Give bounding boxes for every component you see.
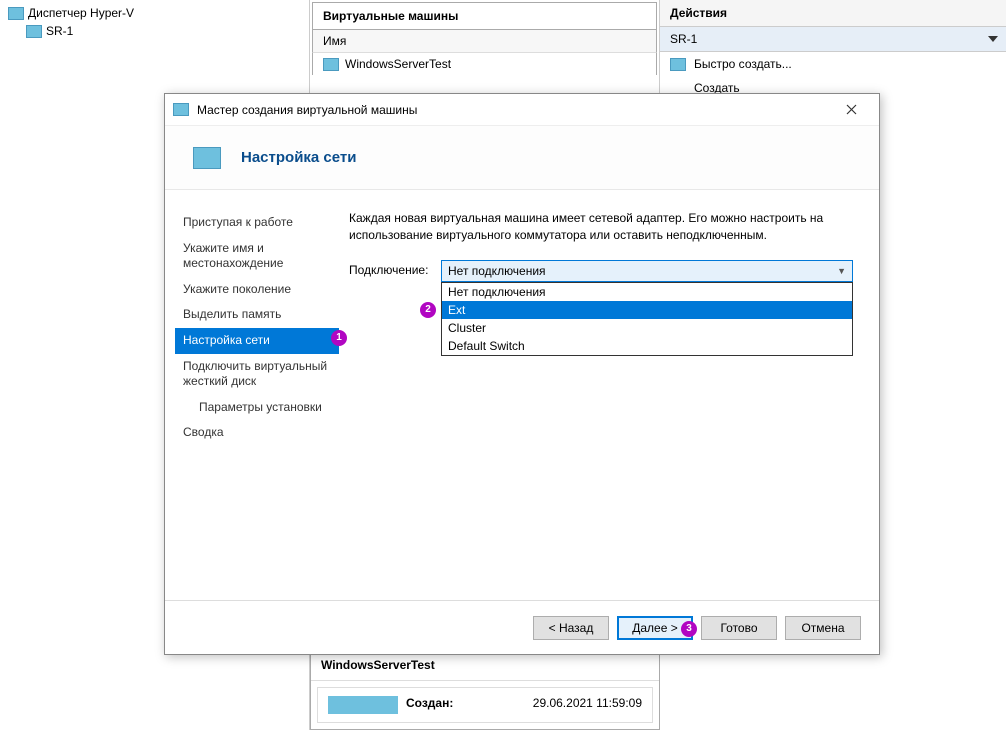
vm-list-item[interactable]: WindowsServerTest (312, 53, 657, 75)
badge-3: 3 (681, 621, 697, 637)
action-quick-create[interactable]: Быстро создать... (660, 52, 1006, 76)
detail-created-row: Создан: 29.06.2021 11:59:09 (317, 687, 653, 723)
wizard-body: Приступая к работе Укажите имя и местона… (165, 190, 879, 600)
connection-label: Подключение: (349, 260, 433, 277)
actions-title: Действия (660, 0, 1006, 27)
vm-icon (323, 58, 339, 71)
combo-selected-text: Нет подключения (448, 264, 546, 278)
badge-2: 2 (420, 302, 436, 318)
badge-1: 1 (331, 330, 347, 346)
wizard-nav: Приступая к работе Укажите имя и местона… (165, 190, 339, 600)
detail-created-label: Создан: (406, 696, 453, 710)
tree-root-label: Диспетчер Hyper-V (28, 6, 134, 20)
nav-before-you-begin[interactable]: Приступая к работе (175, 210, 339, 236)
vm-panel-title: Виртуальные машины (312, 2, 657, 30)
dropdown-option-cluster[interactable]: Cluster (442, 319, 852, 337)
wizard-content: Каждая новая виртуальная машина имеет се… (339, 190, 879, 600)
vm-thumbnail-icon (328, 696, 398, 714)
wizard-header: Настройка сети (165, 126, 879, 190)
dropdown-option-ext[interactable]: 2 Ext (442, 301, 852, 319)
action-quick-label: Быстро создать... (694, 57, 792, 71)
nav-name-location[interactable]: Укажите имя и местонахождение (175, 236, 339, 277)
next-button[interactable]: Далее > 3 (617, 616, 693, 640)
next-button-label: Далее > (632, 621, 678, 635)
nav-vhd[interactable]: Подключить виртуальный жесткий диск (175, 354, 339, 395)
dropdown-option-ext-label: Ext (448, 303, 465, 317)
finish-button[interactable]: Готово (701, 616, 777, 640)
dropdown-option-none[interactable]: Нет подключения (442, 283, 852, 301)
actions-section-sr1[interactable]: SR-1 (660, 27, 1006, 52)
server-icon (26, 25, 42, 38)
dropdown-option-default-switch[interactable]: Default Switch (442, 337, 852, 355)
wizard-icon (193, 147, 221, 169)
quick-create-icon (670, 58, 686, 71)
tree-server[interactable]: SR-1 (26, 22, 301, 40)
vm-detail-panel: WindowsServerTest Создан: 29.06.2021 11:… (310, 649, 660, 730)
nav-memory[interactable]: Выделить память (175, 302, 339, 328)
dialog-icon (173, 103, 189, 116)
chevron-down-icon: ▼ (837, 266, 846, 276)
wizard-page-title: Настройка сети (241, 149, 356, 166)
dialog-title: Мастер создания виртуальной машины (197, 103, 831, 117)
connection-combobox[interactable]: Нет подключения ▼ (441, 260, 853, 282)
vm-wizard-dialog: Мастер создания виртуальной машины Настр… (164, 93, 880, 655)
close-button[interactable] (831, 97, 871, 123)
nav-install-options[interactable]: Параметры установки (175, 395, 339, 421)
wizard-footer: < Назад Далее > 3 Готово Отмена (165, 600, 879, 654)
tree-root[interactable]: Диспетчер Hyper-V (8, 4, 301, 22)
vm-name: WindowsServerTest (345, 57, 451, 71)
hyperv-icon (8, 7, 24, 20)
nav-summary[interactable]: Сводка (175, 420, 339, 446)
dialog-title-bar: Мастер создания виртуальной машины (165, 94, 879, 126)
connection-dropdown: Нет подключения 2 Ext Cluster Default Sw… (441, 282, 853, 356)
connection-field: Подключение: Нет подключения ▼ Нет подкл… (349, 260, 853, 282)
cancel-button[interactable]: Отмена (785, 616, 861, 640)
nav-network[interactable]: Настройка сети 1 (175, 328, 339, 354)
detail-created-value: 29.06.2021 11:59:09 (533, 696, 642, 714)
description-text: Каждая новая виртуальная машина имеет се… (349, 210, 853, 244)
back-button[interactable]: < Назад (533, 616, 609, 640)
tree-server-label: SR-1 (46, 24, 73, 38)
nav-network-label: Настройка сети (183, 333, 270, 347)
close-icon (846, 104, 857, 115)
vm-column-name[interactable]: Имя (312, 30, 657, 53)
nav-generation[interactable]: Укажите поколение (175, 277, 339, 303)
